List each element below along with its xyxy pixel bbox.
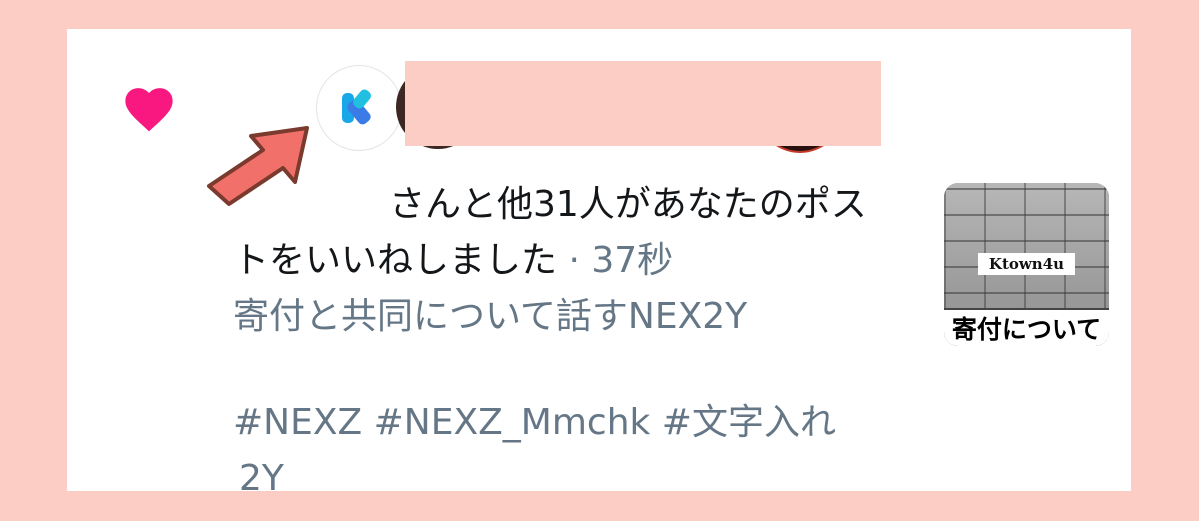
notification-card[interactable]: さんと他31人があなたのポス トをいいねしました · 37秒 寄付と共同について… [67,29,1131,491]
notification-line-1: さんと他31人があなたのポス [389,184,867,225]
liked-text: トをいいねしました [233,240,558,281]
notification-text: さんと他31人があなたのポス トをいいねしました · 37秒 寄付と共同について… [233,177,913,491]
timestamp: 37秒 [591,240,674,281]
k-logo-icon [342,89,371,125]
separator: · [557,240,592,281]
redaction-block [405,61,881,146]
post-tail: 2Y [239,458,284,491]
thumbnail-banner: 寄付について [944,308,1109,346]
thumbnail-label: Ktown4u [978,253,1075,275]
post-thumbnail[interactable]: Ktown4u 寄付について [944,183,1109,346]
notification-line-2: トをいいねしました · 37秒 [233,233,913,289]
post-hashtags[interactable]: #NEXZ #NEXZ_Mmchk #文字入れ [233,395,913,451]
post-title[interactable]: 寄付と共同について話すNEX2Y [233,289,913,345]
avatar[interactable] [316,65,402,151]
heart-icon [125,88,173,132]
